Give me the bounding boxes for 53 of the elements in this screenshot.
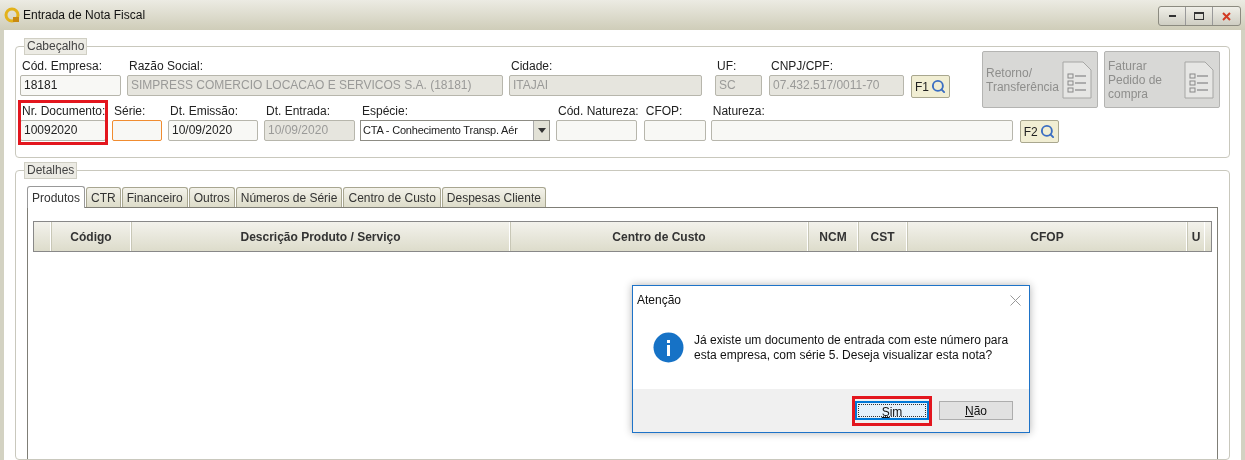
field-label: UF: xyxy=(716,58,738,75)
dialog-button[interactable]: Não xyxy=(939,401,1013,420)
column-header[interactable]: Código xyxy=(51,222,131,251)
field-label: Cidade: xyxy=(510,58,554,75)
input-field[interactable]: 10/09/2020 xyxy=(168,120,258,141)
search-icon xyxy=(931,79,946,94)
group-title: Detalhes xyxy=(24,162,78,179)
column-header[interactable]: NCM xyxy=(808,222,858,251)
close-icon[interactable] xyxy=(1010,294,1021,306)
app-logo-icon xyxy=(4,7,20,23)
dialog-title: Atenção xyxy=(637,292,682,309)
field-label: Dt. Emissão: xyxy=(169,103,239,120)
column-header[interactable]: Descrição Produto / Serviço xyxy=(131,222,510,251)
tab[interactable]: Centro de Custo xyxy=(343,187,441,207)
input-field[interactable] xyxy=(643,120,706,141)
input-field[interactable]: 18181 xyxy=(20,75,121,96)
field-label: CNPJ/CPF: xyxy=(770,58,834,75)
group-title: Cabeçalho xyxy=(24,38,88,55)
tab[interactable]: CTR xyxy=(86,187,121,207)
field-label: Série: xyxy=(113,103,147,120)
search-button[interactable]: F1 xyxy=(911,75,950,98)
field-label: Cód. Empresa: xyxy=(21,58,104,75)
close-icon xyxy=(1222,11,1231,21)
field-label: Dt. Entrada: xyxy=(265,103,332,120)
tab[interactable]: Números de Série xyxy=(235,187,343,207)
field-label: Razão Social: xyxy=(128,58,205,75)
dialog-button[interactable]: Sim xyxy=(855,400,929,420)
window-title: Entrada de Nota Fiscal xyxy=(23,7,146,24)
tab[interactable]: Financeiro xyxy=(121,187,188,207)
input-field[interactable]: 10092020 xyxy=(20,120,106,141)
tab[interactable]: Outros xyxy=(188,187,235,207)
dialog-message: Já existe um documento de entrada com este número para esta empresa, com série 5. Deseja visualizar esta nota? xyxy=(694,332,1009,363)
field-label: Espécie: xyxy=(361,103,410,120)
column-header[interactable]: U xyxy=(1187,222,1205,251)
field-label: Nr. Documento: xyxy=(21,103,106,120)
search-icon xyxy=(1039,124,1055,139)
field-label: Natureza: xyxy=(711,103,766,120)
search-button[interactable]: F2 xyxy=(1019,120,1059,143)
checklist-icon xyxy=(1060,59,1094,100)
checklist-icon xyxy=(1182,59,1216,100)
input-field[interactable] xyxy=(710,120,1013,141)
column-header[interactable]: CFOP xyxy=(907,222,1187,251)
tab[interactable]: Produtos xyxy=(27,186,86,208)
input-field[interactable] xyxy=(556,120,637,141)
dropdown[interactable]: CTA - Conhecimento Transp. Aér xyxy=(360,120,550,141)
column-header[interactable]: CST xyxy=(858,222,907,251)
column-header[interactable]: Centro de Custo xyxy=(510,222,808,251)
field-label: CFOP: xyxy=(644,103,684,120)
caret-icon xyxy=(533,121,549,140)
input-field[interactable] xyxy=(112,120,162,141)
info-icon xyxy=(653,332,684,363)
field-label: Cód. Natureza: xyxy=(557,103,639,120)
tab[interactable]: Despesas Cliente xyxy=(441,187,546,207)
